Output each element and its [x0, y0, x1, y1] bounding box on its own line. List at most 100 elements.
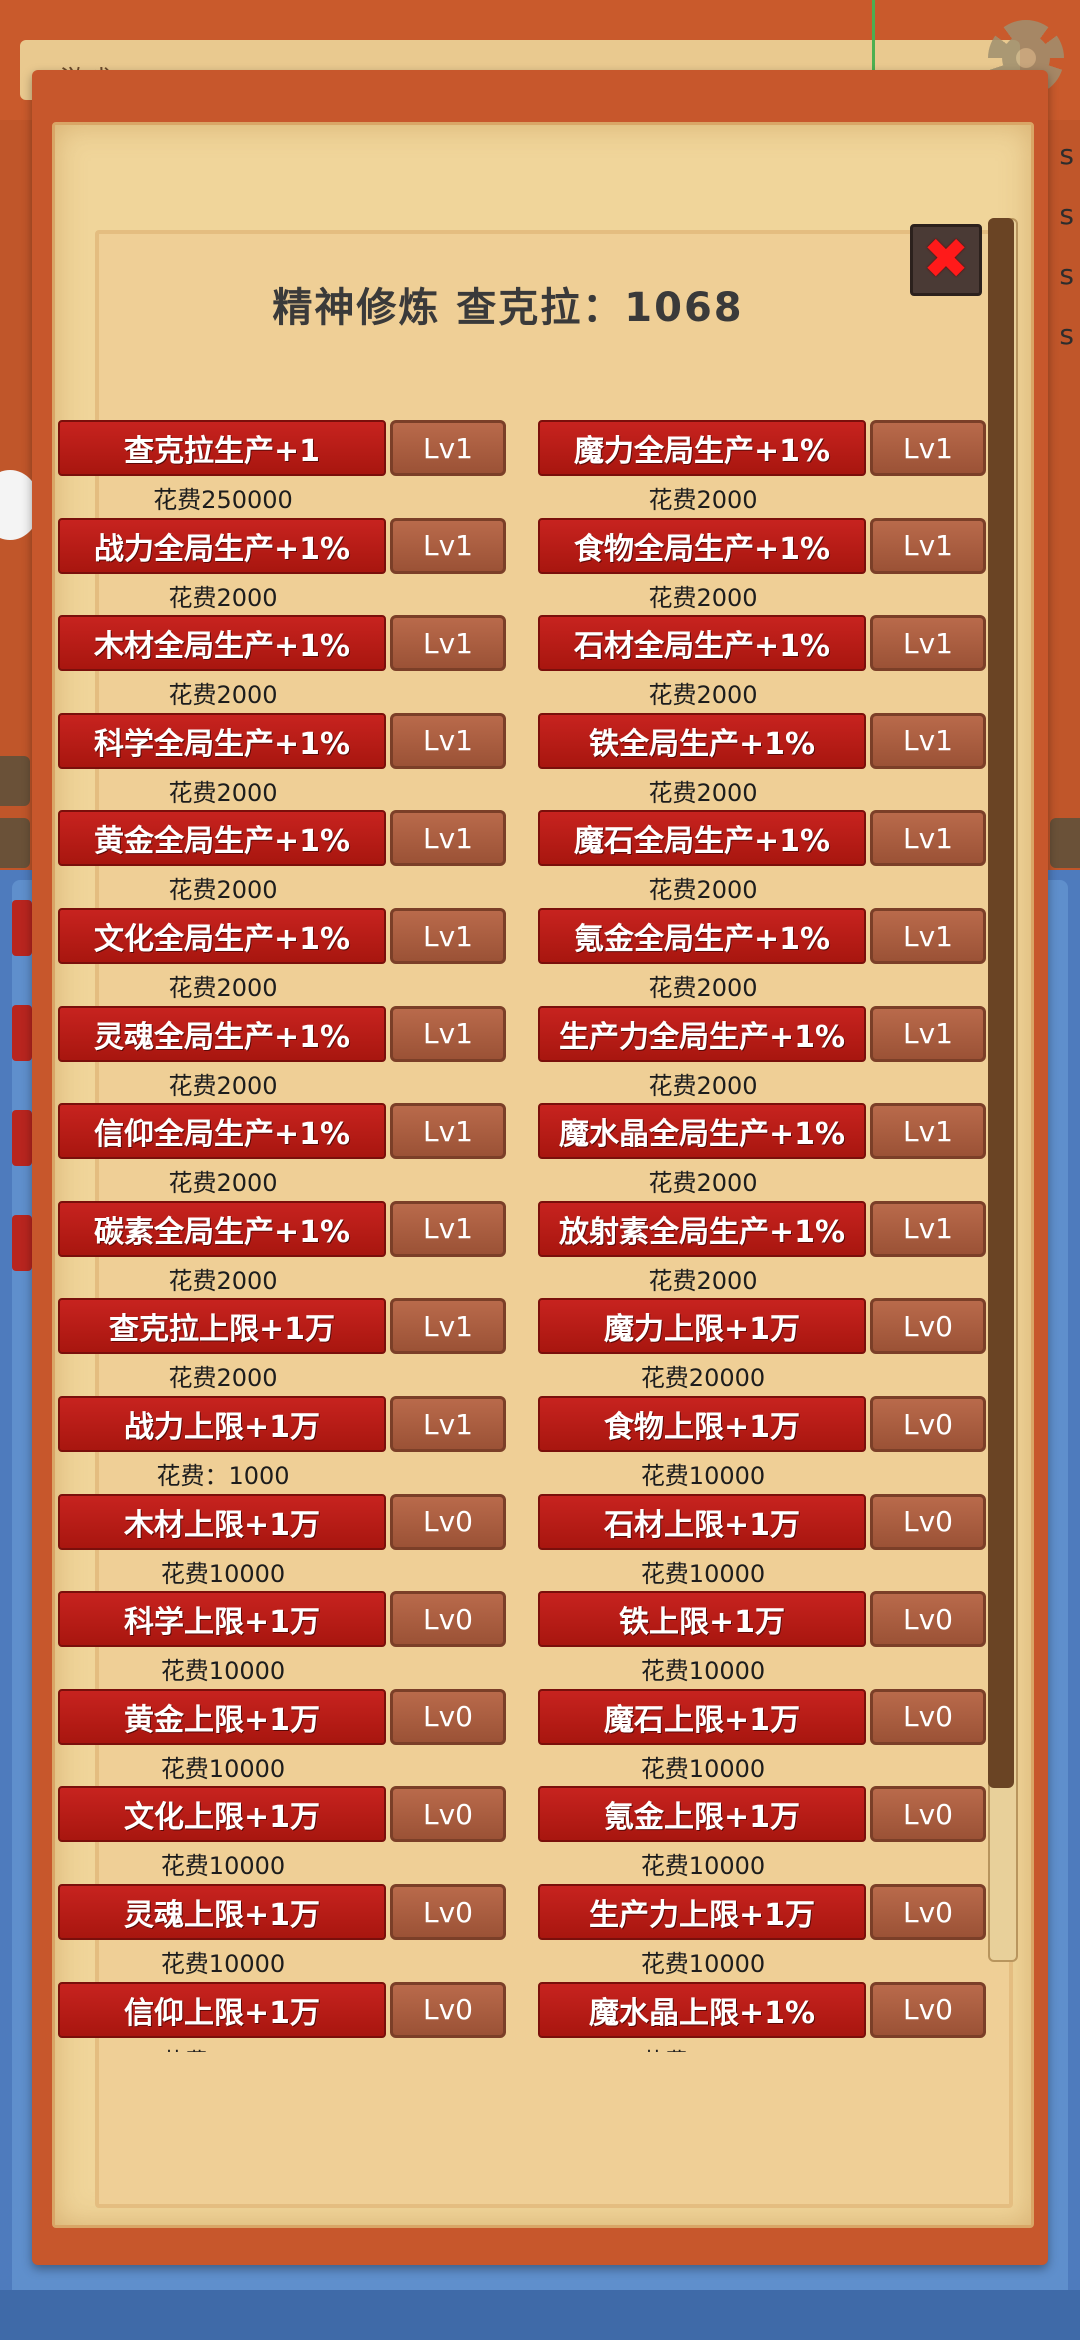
upgrade-item: 氪金全局生产+1% Lv1 花费2000 — [538, 908, 988, 1005]
upgrade-button[interactable]: 木材上限+1万 — [58, 1493, 386, 1550]
close-button[interactable]: ✖ — [910, 224, 982, 296]
upgrade-button[interactable]: 食物上限+1万 — [538, 1396, 866, 1452]
level-button[interactable]: Lv1 — [390, 615, 506, 672]
level-button[interactable]: Lv1 — [870, 1103, 986, 1160]
level-button[interactable]: Lv1 — [870, 1200, 986, 1257]
cost-label: 花费10000 — [640, 1950, 766, 1978]
upgrade-button[interactable]: 铁上限+1万 — [538, 1591, 866, 1648]
level-button[interactable]: Lv1 — [870, 810, 986, 867]
upgrade-button[interactable]: 黄金上限+1万 — [58, 1688, 386, 1745]
cost-label: 花费10000 — [58, 2042, 388, 2052]
upgrade-button[interactable]: 战力上限+1万 — [58, 1396, 386, 1452]
upgrade-button[interactable]: 魔力上限+1万 — [538, 1298, 866, 1355]
level-button[interactable]: Lv0 — [870, 1884, 986, 1940]
upgrade-item: 木材全局生产+1% Lv1 花费2000 — [58, 615, 508, 712]
level-button[interactable]: Lv1 — [870, 908, 986, 964]
level-button[interactable]: Lv1 — [390, 712, 506, 769]
upgrade-item: 科学上限+1万 Lv0 花费10000 — [58, 1591, 508, 1688]
level-button[interactable]: Lv1 — [390, 810, 506, 867]
upgrade-button[interactable]: 魔水晶全局生产+1% — [538, 1103, 866, 1160]
level-button[interactable]: Lv1 — [390, 1298, 506, 1355]
upgrade-item: 生产力上限+1万 Lv0 花费10000 — [538, 1884, 988, 1981]
level-button[interactable]: Lv0 — [390, 1786, 506, 1843]
level-button[interactable]: Lv1 — [390, 1103, 506, 1160]
background-side-tab — [0, 756, 30, 806]
upgrade-button[interactable]: 文化上限+1万 — [58, 1786, 386, 1843]
upgrade-button[interactable]: 木材全局生产+1% — [58, 615, 386, 672]
upgrade-button[interactable]: 信仰上限+1万 — [58, 1981, 386, 2038]
upgrade-button[interactable]: 灵魂上限+1万 — [58, 1884, 386, 1940]
cost-label: 花费10000 — [538, 2042, 868, 2052]
level-button[interactable]: Lv0 — [390, 1884, 506, 1940]
level-button[interactable]: Lv0 — [870, 1591, 986, 1648]
upgrade-item: 战力上限+1万 Lv1 花费：1000 — [58, 1396, 508, 1493]
upgrade-button[interactable]: 生产力全局生产+1% — [538, 1005, 866, 1062]
upgrade-button[interactable]: 查克拉上限+1万 — [58, 1298, 386, 1355]
level-button[interactable]: Lv1 — [390, 1005, 506, 1062]
upgrade-button[interactable]: 战力全局生产+1% — [58, 517, 386, 574]
level-button[interactable]: Lv1 — [870, 1005, 986, 1062]
upgrade-button[interactable]: 石材全局生产+1% — [538, 615, 866, 672]
level-button[interactable]: Lv0 — [870, 1786, 986, 1843]
level-button[interactable]: Lv1 — [870, 420, 986, 476]
level-button[interactable]: Lv0 — [870, 1688, 986, 1745]
upgrade-button[interactable]: 氪金上限+1万 — [538, 1786, 866, 1843]
level-button[interactable]: Lv1 — [870, 712, 986, 769]
upgrade-button[interactable]: 铁全局生产+1% — [538, 712, 866, 769]
scrollbar-thumb[interactable] — [988, 218, 1014, 1788]
level-button[interactable]: Lv0 — [870, 1981, 986, 2038]
upgrade-button[interactable]: 灵魂全局生产+1% — [58, 1005, 386, 1062]
upgrade-item: 魔力上限+1万 Lv0 花费20000 — [538, 1298, 988, 1395]
level-button[interactable]: Lv0 — [390, 1688, 506, 1745]
level-button[interactable]: Lv1 — [390, 908, 506, 964]
upgrade-button[interactable]: 碳素全局生产+1% — [58, 1200, 386, 1257]
upgrade-button[interactable]: 魔石全局生产+1% — [538, 810, 866, 867]
cost-label: 花费2000 — [648, 778, 758, 807]
level-button[interactable]: Lv1 — [390, 1396, 506, 1452]
cost-label: 花费10000 — [640, 1559, 766, 1588]
cost-label: 花费10000 — [160, 1950, 286, 1978]
cost-label: 花费2000 — [168, 1364, 278, 1393]
cost-label: 花费2000 — [648, 681, 758, 710]
upgrade-item: 食物上限+1万 Lv0 花费10000 — [538, 1396, 988, 1493]
upgrade-button[interactable]: 魔水晶上限+1% — [538, 1981, 866, 2038]
background-side-text: s — [1059, 318, 1074, 351]
upgrade-button[interactable]: 信仰全局生产+1% — [58, 1103, 386, 1160]
upgrade-item: 魔水晶上限+1%Lv0花费10000 — [538, 1981, 988, 2052]
cost-label: 花费2000 — [648, 583, 758, 612]
upgrade-button[interactable]: 魔石上限+1万 — [538, 1688, 866, 1745]
upgrade-button[interactable]: 文化全局生产+1% — [58, 908, 386, 964]
upgrade-button[interactable]: 氪金全局生产+1% — [538, 908, 866, 964]
level-button[interactable]: Lv1 — [870, 517, 986, 574]
level-button[interactable]: Lv0 — [870, 1298, 986, 1355]
upgrade-button[interactable]: 放射素全局生产+1% — [538, 1200, 866, 1257]
cost-label: 花费10000 — [640, 1462, 766, 1490]
level-button[interactable]: Lv0 — [390, 1981, 506, 2038]
upgrade-button[interactable]: 食物全局生产+1% — [538, 517, 866, 574]
background-divider — [872, 0, 875, 70]
level-button[interactable]: Lv1 — [390, 420, 506, 476]
upgrade-button[interactable]: 科学全局生产+1% — [58, 712, 386, 769]
cost-label: 花费2000 — [168, 876, 278, 905]
upgrade-item: 氪金上限+1万 Lv0 花费10000 — [538, 1786, 988, 1883]
upgrade-item: 放射素全局生产+1% Lv1 花费2000 — [538, 1200, 988, 1298]
upgrade-item: 碳素全局生产+1% Lv1 花费2000 — [58, 1200, 508, 1298]
upgrade-button[interactable]: 生产力上限+1万 — [538, 1884, 866, 1940]
upgrade-button[interactable]: 黄金全局生产+1% — [58, 810, 386, 867]
upgrade-item: 查克拉生产+1 Lv1 花费250000 — [58, 420, 508, 517]
level-button[interactable]: Lv0 — [390, 1493, 506, 1550]
level-button[interactable]: Lv0 — [870, 1493, 986, 1550]
upgrade-button[interactable]: 魔力全局生产+1% — [538, 420, 866, 476]
upgrade-item: 石材全局生产+1% Lv1 花费2000 — [538, 615, 988, 712]
level-button[interactable]: Lv1 — [870, 615, 986, 672]
level-button[interactable]: Lv1 — [390, 517, 506, 574]
level-button[interactable]: Lv0 — [390, 1591, 506, 1648]
upgrade-item: 石材上限+1万 Lv0 花费10000 — [538, 1493, 988, 1591]
upgrade-button[interactable]: 石材上限+1万 — [538, 1493, 866, 1550]
upgrade-button[interactable]: 查克拉生产+1 — [58, 420, 386, 476]
upgrade-button[interactable]: 科学上限+1万 — [58, 1591, 386, 1648]
level-button[interactable]: Lv1 — [390, 1200, 506, 1257]
cost-label: 花费2000 — [168, 681, 278, 710]
upgrade-item: 魔水晶全局生产+1% Lv1 花费2000 — [538, 1103, 988, 1200]
level-button[interactable]: Lv0 — [870, 1396, 986, 1452]
